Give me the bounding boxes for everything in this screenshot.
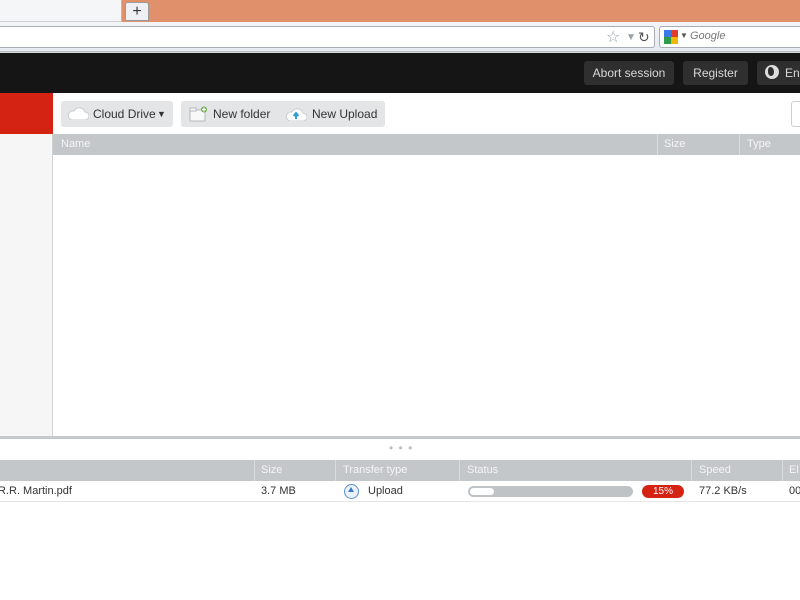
transfer-file-name: R.R. Martin.pdf	[0, 485, 72, 497]
browser-tab-bar: +	[0, 0, 800, 22]
column-name[interactable]: Name	[61, 134, 90, 155]
language-label: En	[785, 66, 800, 80]
transfer-speed: 77.2 KB/s	[699, 485, 747, 497]
browser-nav-bar: ☆ ▼ ↻ ▼ Google	[0, 22, 800, 52]
register-button[interactable]: Register	[683, 61, 748, 85]
cloud-icon	[67, 107, 89, 120]
panel-splitter[interactable]	[0, 436, 800, 439]
transfer-type: Upload	[368, 485, 403, 497]
left-sidebar	[0, 93, 53, 436]
search-placeholder: Google	[690, 30, 726, 42]
abort-session-button[interactable]: Abort session	[584, 61, 674, 85]
column-size[interactable]: Size	[261, 460, 282, 481]
language-button[interactable]: En	[757, 61, 800, 85]
cloud-drive-label: Cloud Drive	[93, 107, 156, 121]
star-icon[interactable]: ☆	[606, 29, 620, 47]
google-icon[interactable]	[664, 30, 678, 44]
app-top-bar: Abort session Register En	[0, 53, 800, 93]
reload-icon[interactable]: ↻	[638, 28, 650, 46]
new-folder-icon[interactable]	[189, 106, 207, 122]
progress-percent-badge: 15%	[642, 485, 684, 498]
address-bar[interactable]: ☆ ▼ ↻	[0, 26, 655, 48]
globe-icon	[765, 65, 779, 79]
column-separator	[335, 460, 336, 481]
file-toolbar: Cloud Drive ▼ New folder New Upload	[53, 93, 800, 134]
column-type[interactable]: Type	[747, 134, 771, 155]
resize-handle-icon[interactable]: • • •	[389, 442, 413, 454]
column-separator	[459, 460, 460, 481]
transfer-size: 3.7 MB	[261, 485, 296, 497]
file-list-header: Name Size Type	[53, 134, 800, 155]
new-folder-button[interactable]: New folder	[213, 101, 270, 127]
browser-tab[interactable]	[0, 0, 122, 22]
progress-fill	[470, 488, 495, 495]
column-separator	[739, 134, 740, 155]
transfer-elapsed: 00	[789, 485, 800, 497]
transfer-list-header: Size Transfer type Status Speed El	[0, 460, 800, 481]
search-input[interactable]: ▼ Google	[659, 26, 800, 48]
column-separator	[782, 460, 783, 481]
column-status[interactable]: Status	[467, 460, 498, 481]
upload-icon	[344, 484, 359, 499]
column-size[interactable]: Size	[664, 134, 685, 155]
cloud-drive-dropdown[interactable]: Cloud Drive ▼	[61, 101, 173, 127]
dropdown-arrow-icon[interactable]: ▼	[626, 31, 636, 45]
column-separator	[254, 460, 255, 481]
transfer-row[interactable]: R.R. Martin.pdf 3.7 MB Upload 15% 77.2 K…	[0, 481, 800, 502]
view-toggle-button[interactable]	[791, 101, 800, 127]
sidebar-logo-block[interactable]	[0, 93, 53, 134]
file-list-area[interactable]	[54, 155, 800, 436]
new-actions-group: New folder New Upload	[181, 101, 385, 127]
new-upload-button[interactable]: New Upload	[312, 101, 377, 127]
cloud-upload-icon[interactable]	[285, 107, 307, 121]
column-transfer-type[interactable]: Transfer type	[343, 460, 407, 481]
progress-bar	[468, 486, 633, 497]
column-elapsed[interactable]: El	[789, 460, 799, 481]
column-separator	[657, 134, 658, 155]
column-speed[interactable]: Speed	[699, 460, 731, 481]
chevron-down-icon: ▼	[157, 109, 166, 119]
search-engine-caret-icon[interactable]: ▼	[680, 31, 688, 40]
column-separator	[691, 460, 692, 481]
new-tab-button[interactable]: +	[125, 2, 149, 21]
